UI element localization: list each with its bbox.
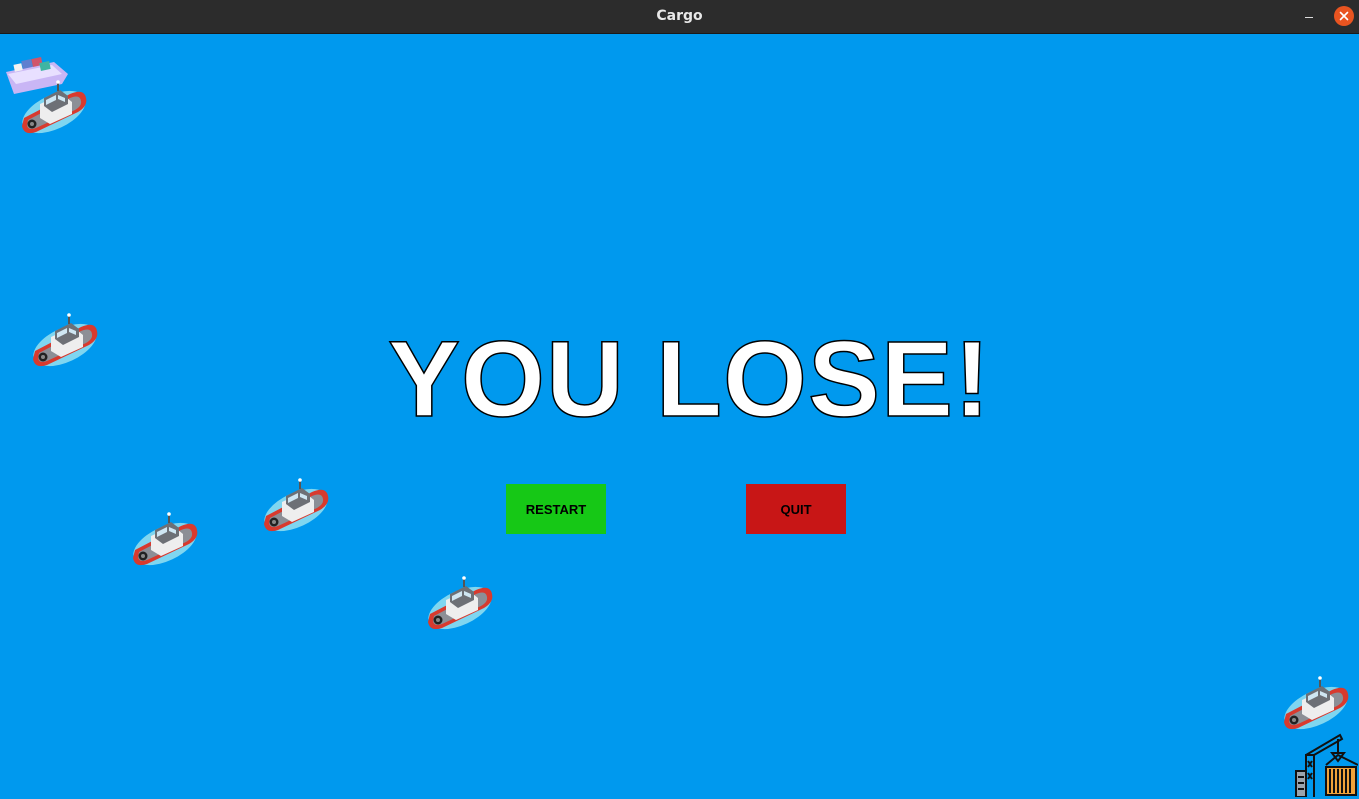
close-icon[interactable] <box>1334 6 1354 26</box>
tugboat-icon <box>129 506 201 568</box>
tugboat-icon <box>260 472 332 534</box>
minimize-icon[interactable] <box>1298 6 1320 28</box>
game-over-message: YOU LOSE! <box>387 318 992 439</box>
quit-button[interactable]: QUIT <box>746 484 846 534</box>
port-crane-icon <box>1295 733 1358 797</box>
game-canvas: YOU LOSE! RESTART QUIT <box>0 34 1359 799</box>
tugboat-icon <box>424 570 496 632</box>
window-title: Cargo <box>656 8 703 24</box>
tugboat-icon <box>18 74 90 136</box>
tugboat-icon <box>1280 670 1352 732</box>
restart-button[interactable]: RESTART <box>506 484 606 534</box>
title-bar: Cargo <box>0 0 1359 34</box>
game-window: Cargo YOU LOSE! RESTART QUIT <box>0 0 1359 799</box>
